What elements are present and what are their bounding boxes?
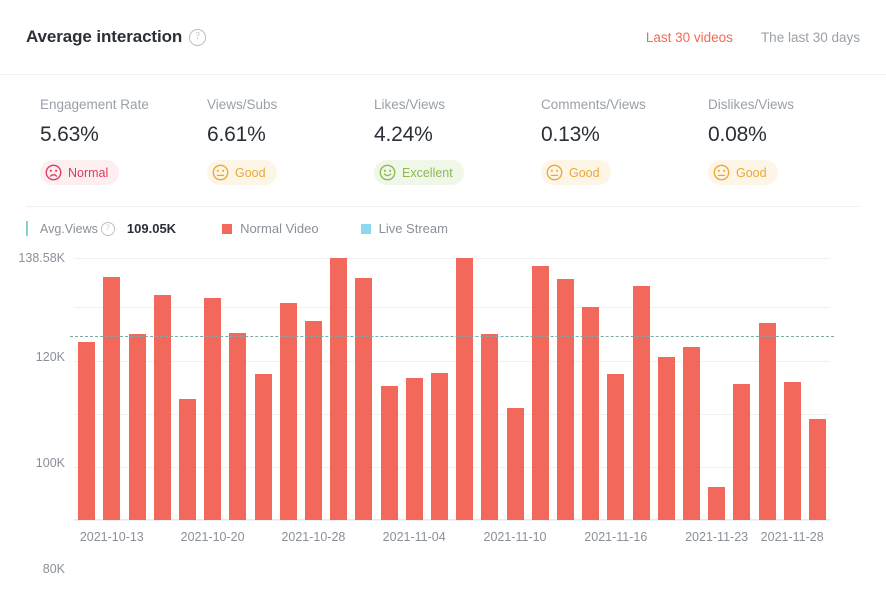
tab-last-30-days[interactable]: The last 30 days bbox=[761, 30, 860, 45]
chart-bar[interactable] bbox=[809, 419, 826, 520]
chart-bar[interactable] bbox=[431, 373, 448, 521]
gridline: 40K bbox=[74, 520, 830, 521]
plot-area: 138.58K120K100K80K60K40K bbox=[74, 258, 830, 520]
chart-bar[interactable] bbox=[179, 399, 196, 520]
smiling-face-icon bbox=[379, 164, 396, 181]
legend-item-normal-video[interactable]: Normal Video bbox=[222, 221, 319, 236]
chart-bar[interactable] bbox=[406, 378, 423, 520]
x-axis-tick-label: 2021-10-28 bbox=[281, 530, 345, 544]
header-tabs: Last 30 videos The last 30 days bbox=[646, 30, 860, 45]
sad-face-icon bbox=[45, 164, 62, 181]
y-axis-tick-label: 100K bbox=[36, 456, 65, 470]
x-axis-tick-label: 2021-10-20 bbox=[181, 530, 245, 544]
chart-bar[interactable] bbox=[456, 258, 473, 520]
average-interaction-card: Average interaction ? Last 30 videos The… bbox=[0, 0, 886, 589]
metric-label: Likes/Views bbox=[374, 97, 541, 112]
status-badge: Normal bbox=[40, 160, 119, 185]
chart-bar[interactable] bbox=[759, 323, 776, 520]
title-group: Average interaction ? bbox=[26, 27, 206, 47]
metric-value: 5.63% bbox=[40, 123, 207, 147]
chart-bar[interactable] bbox=[154, 295, 171, 520]
y-axis-tick-label: 80K bbox=[43, 562, 65, 576]
x-axis-tick-label: 2021-10-13 bbox=[80, 530, 144, 544]
metric-value: 0.08% bbox=[708, 123, 875, 147]
metrics-row: Engagement Rate 5.63% Normal Views/Subs … bbox=[26, 75, 860, 207]
metric-label: Dislikes/Views bbox=[708, 97, 875, 112]
metric-value: 0.13% bbox=[541, 123, 708, 147]
chart-bar[interactable] bbox=[255, 374, 272, 520]
status-badge: Good bbox=[541, 160, 611, 185]
legend-label: Normal Video bbox=[240, 221, 319, 236]
x-axis: 2021-10-13 2021-10-20 2021-10-28 2021-11-04… bbox=[74, 530, 830, 550]
chart: 138.58K120K100K80K60K40K 2021-10-132021-… bbox=[0, 246, 886, 556]
chart-bar[interactable] bbox=[129, 334, 146, 520]
chart-bar[interactable] bbox=[658, 357, 675, 520]
legend-accent-bar bbox=[26, 221, 28, 236]
metric-value: 4.24% bbox=[374, 123, 541, 147]
neutral-face-icon bbox=[212, 164, 229, 181]
avg-views-value: 109.05K bbox=[127, 221, 176, 236]
chart-bar[interactable] bbox=[305, 321, 322, 520]
avg-views-label: Avg.Views ? bbox=[40, 222, 115, 236]
metric-label: Engagement Rate bbox=[40, 97, 207, 112]
question-mark-circle-icon[interactable]: ? bbox=[189, 29, 206, 46]
x-axis-tick-label: 2021-11-28 bbox=[761, 530, 824, 544]
metric-likes-views: Likes/Views 4.24% Excellent bbox=[374, 97, 541, 186]
question-mark-circle-icon[interactable]: ? bbox=[101, 222, 115, 236]
page-title: Average interaction bbox=[26, 27, 182, 47]
chart-bar[interactable] bbox=[733, 384, 750, 520]
y-axis-tick-label: 138.58K bbox=[18, 251, 65, 265]
chart-bar[interactable] bbox=[78, 342, 95, 520]
chart-bar[interactable] bbox=[355, 278, 372, 520]
metric-engagement-rate: Engagement Rate 5.63% Normal bbox=[40, 97, 207, 186]
chart-bar[interactable] bbox=[229, 333, 246, 520]
chart-bar[interactable] bbox=[507, 408, 524, 520]
chart-legend: Avg.Views ? 109.05K Normal Video Live St… bbox=[0, 207, 886, 240]
status-badge-label: Good bbox=[235, 166, 266, 180]
chart-bar[interactable] bbox=[481, 334, 498, 520]
metric-value: 6.61% bbox=[207, 123, 374, 147]
metric-label: Views/Subs bbox=[207, 97, 374, 112]
card-header: Average interaction ? Last 30 videos The… bbox=[0, 0, 886, 75]
avg-views-text: Avg.Views bbox=[40, 222, 98, 236]
status-badge-label: Excellent bbox=[402, 166, 453, 180]
legend-swatch-normal-video bbox=[222, 224, 232, 234]
status-badge: Excellent bbox=[374, 160, 464, 185]
chart-bar[interactable] bbox=[557, 279, 574, 520]
legend-item-live-stream[interactable]: Live Stream bbox=[361, 221, 448, 236]
status-badge: Good bbox=[708, 160, 778, 185]
metric-label: Comments/Views bbox=[541, 97, 708, 112]
chart-bar[interactable] bbox=[381, 386, 398, 520]
neutral-face-icon bbox=[713, 164, 730, 181]
chart-bar[interactable] bbox=[204, 298, 221, 520]
status-badge-label: Good bbox=[736, 166, 767, 180]
metric-dislikes-views: Dislikes/Views 0.08% Good bbox=[708, 97, 875, 186]
status-badge-label: Good bbox=[569, 166, 600, 180]
average-views-line bbox=[70, 336, 834, 337]
y-axis-tick-label: 120K bbox=[36, 350, 65, 364]
chart-bar[interactable] bbox=[330, 258, 347, 520]
x-axis-tick-label: 2021-11-04 bbox=[383, 530, 446, 544]
chart-bar[interactable] bbox=[784, 382, 801, 520]
bar-group bbox=[74, 258, 830, 520]
x-axis-tick-label: 2021-11-10 bbox=[483, 530, 546, 544]
x-axis-tick-label: 2021-11-23 bbox=[685, 530, 748, 544]
tab-last-30-videos[interactable]: Last 30 videos bbox=[646, 30, 733, 45]
chart-bar[interactable] bbox=[103, 277, 120, 520]
chart-bar[interactable] bbox=[633, 286, 650, 520]
chart-bar[interactable] bbox=[708, 487, 725, 520]
chart-bar[interactable] bbox=[683, 347, 700, 520]
status-badge-label: Normal bbox=[68, 166, 108, 180]
chart-bar[interactable] bbox=[607, 374, 624, 520]
legend-swatch-live-stream bbox=[361, 224, 371, 234]
status-badge: Good bbox=[207, 160, 277, 185]
chart-bar[interactable] bbox=[532, 266, 549, 520]
chart-bar[interactable] bbox=[582, 307, 599, 520]
x-axis-tick-label: 2021-11-16 bbox=[584, 530, 647, 544]
neutral-face-icon bbox=[546, 164, 563, 181]
legend-label: Live Stream bbox=[379, 221, 448, 236]
metric-comments-views: Comments/Views 0.13% Good bbox=[541, 97, 708, 186]
metric-views-subs: Views/Subs 6.61% Good bbox=[207, 97, 374, 186]
